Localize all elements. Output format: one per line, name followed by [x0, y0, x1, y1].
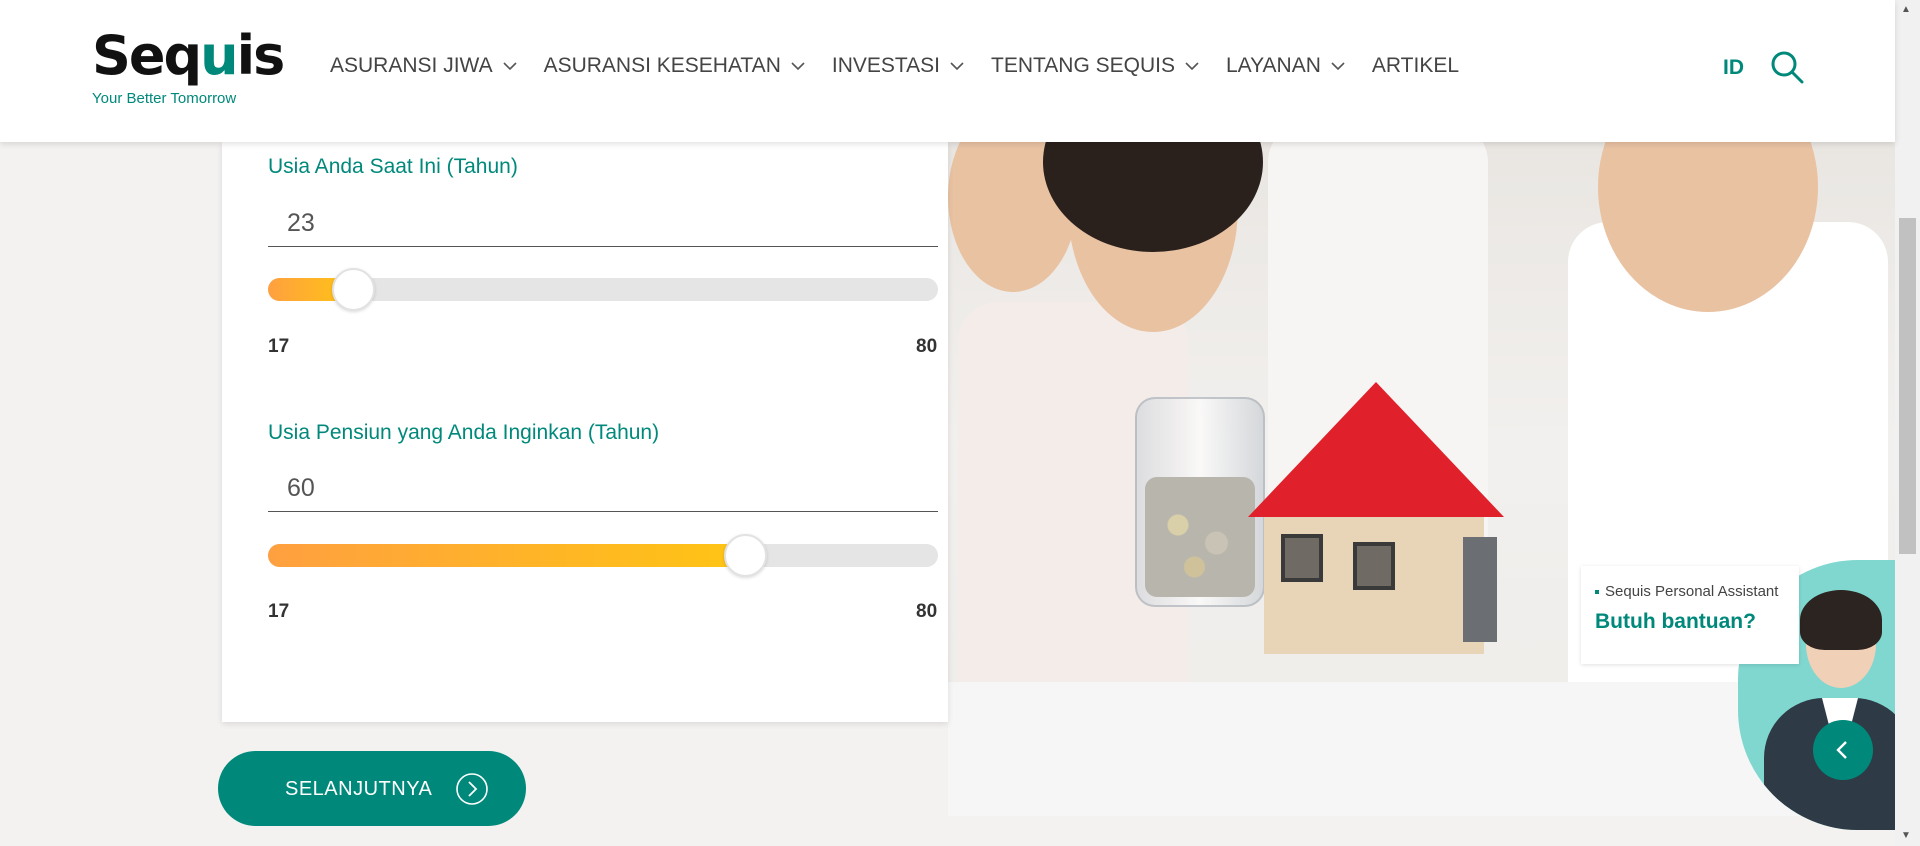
chevron-right-circle-icon [456, 773, 488, 805]
chevron-down-icon [791, 62, 805, 71]
current-age-min: 17 [268, 336, 290, 357]
chevron-down-icon [503, 62, 517, 71]
photo-shape [1281, 534, 1323, 582]
chevron-down-icon [1331, 62, 1345, 71]
assistant-title: Sequis Personal Assistant [1595, 583, 1778, 600]
nav-investasi[interactable]: INVESTASI [832, 54, 965, 78]
nav-label: ARTIKEL [1371, 54, 1460, 77]
scrollbar-thumb[interactable] [1899, 218, 1916, 554]
nav-tentang-sequis[interactable]: TENTANG SEQUIS [991, 54, 1200, 78]
photo-shape [1353, 542, 1395, 590]
nav-artikel[interactable]: ARTIKEL [1372, 54, 1459, 78]
current-age-input[interactable] [268, 201, 938, 247]
next-button-label: SELANJUTNYA [285, 778, 433, 800]
language-switcher[interactable]: ID [1723, 56, 1744, 80]
photo-shape [1248, 382, 1504, 517]
retirement-age-input[interactable] [268, 466, 938, 512]
chevron-down-icon [950, 62, 964, 71]
nav-label: LAYANAN [1225, 54, 1321, 77]
slider-handle[interactable] [331, 268, 375, 311]
nav-label: TENTANG SEQUIS [991, 54, 1175, 77]
current-age-max: 80 [916, 336, 938, 357]
main-nav: ASURANSI JIWA ASURANSI KESEHATAN INVESTA… [330, 54, 1485, 78]
chevron-down-icon [1185, 62, 1199, 71]
nav-label: INVESTASI [831, 54, 940, 77]
logo-wordmark: Sequis [92, 24, 285, 87]
assistant-toggle-button[interactable] [1813, 720, 1873, 780]
search-icon[interactable] [1770, 50, 1804, 84]
scroll-up-arrow-icon[interactable]: ▲ [1901, 4, 1911, 15]
chevron-left-icon [1836, 741, 1847, 759]
avatar-shape [1800, 590, 1882, 650]
slider-handle[interactable] [723, 534, 767, 577]
logo-tagline: Your Better Tomorrow [92, 90, 237, 107]
photo-shape [1463, 537, 1497, 642]
assistant-help-text: Butuh bantuan? [1595, 610, 1756, 633]
current-age-label: Usia Anda Saat Ini (Tahun) [268, 155, 518, 178]
scroll-down-arrow-icon[interactable]: ▼ [1901, 830, 1911, 841]
retirement-age-max: 80 [916, 601, 938, 622]
nav-asuransi-jiwa[interactable]: ASURANSI JIWA [330, 54, 518, 78]
retirement-age-label: Usia Pensiun yang Anda Inginkan (Tahun) [268, 421, 660, 444]
nav-layanan[interactable]: LAYANAN [1226, 54, 1346, 78]
retirement-age-slider[interactable] [268, 534, 938, 577]
slider-fill [268, 544, 744, 567]
nav-asuransi-kesehatan[interactable]: ASURANSI KESEHATAN [544, 54, 806, 78]
assistant-prompt-card[interactable]: Sequis Personal Assistant Butuh bantuan? [1581, 566, 1799, 664]
next-button[interactable]: SELANJUTNYA [218, 751, 526, 826]
current-age-slider[interactable] [268, 268, 938, 311]
nav-label: ASURANSI KESEHATAN [543, 54, 781, 77]
site-header: Sequis Your Better Tomorrow ASURANSI JIW… [0, 0, 1895, 142]
nav-label: ASURANSI JIWA [330, 54, 493, 77]
sequis-logo[interactable]: Sequis Your Better Tomorrow [92, 24, 285, 116]
photo-shape [1145, 477, 1255, 597]
retirement-age-min: 17 [268, 601, 290, 622]
